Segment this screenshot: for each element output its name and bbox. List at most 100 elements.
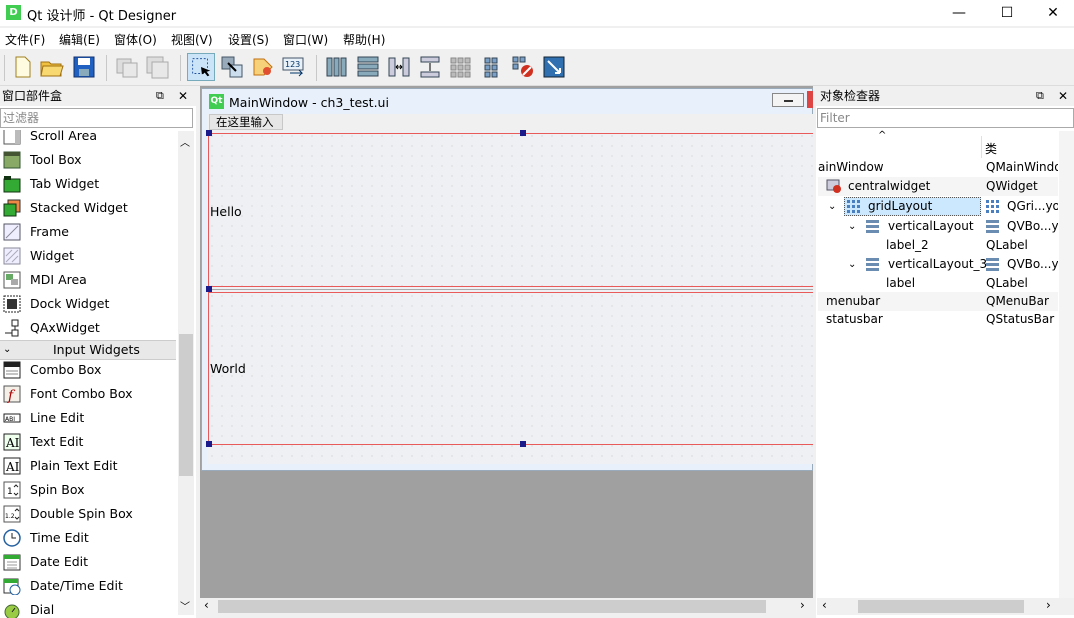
widget-item-label: Widget (30, 248, 75, 263)
object-name: menubar (826, 294, 881, 308)
label-hello[interactable]: Hello (210, 204, 242, 219)
line-edit-icon: ABI (3, 413, 21, 423)
widget-item-spin-box[interactable]: 1 Spin Box (0, 478, 176, 502)
cut-disabled-icon[interactable] (113, 53, 141, 81)
tree-row-mainwindow[interactable]: ainWindow QMainWindo (818, 158, 1058, 177)
tree-row-centralwidget[interactable]: centralwidget QWidget (818, 177, 1058, 196)
label-world[interactable]: World (210, 361, 246, 376)
tree-row-verticallayout[interactable]: ⌄ verticalLayout QVBo...yo (818, 217, 1058, 236)
edit-tab-order-icon[interactable]: 123 (280, 53, 308, 81)
tree-row-label-2[interactable]: label_2 QLabel (818, 236, 1058, 255)
scroll-right-icon[interactable]: › (800, 598, 805, 612)
scrollbar-thumb[interactable] (218, 600, 766, 613)
tree-row-gridlayout[interactable]: ⌄ gridLayout QGri...yo (818, 197, 1058, 216)
widget-item-date-time-edit[interactable]: Date/Time Edit (0, 574, 176, 598)
type-here-menu-placeholder[interactable]: 在这里输入 (209, 114, 283, 130)
scroll-right-icon[interactable]: › (1046, 598, 1051, 612)
layout-form-icon[interactable] (478, 53, 506, 81)
layout-horizontal-splitter-icon[interactable] (385, 53, 413, 81)
widget-item-dock-widget[interactable]: Dock Widget (0, 292, 176, 316)
selection-handle[interactable] (520, 130, 526, 136)
grid-layout-icon (847, 200, 860, 213)
plain-text-edit-icon: AI (3, 457, 21, 475)
subwindow-close-button[interactable] (807, 91, 813, 108)
widget-item-label: Time Edit (30, 530, 89, 545)
widget-item-combo-box[interactable]: Combo Box (0, 358, 176, 382)
adjust-size-icon[interactable] (540, 53, 568, 81)
widget-item-time-edit[interactable]: Time Edit (0, 526, 176, 550)
object-filter-input[interactable]: Filter (817, 108, 1074, 128)
tree-row-statusbar[interactable]: statusbar QStatusBar (818, 310, 1058, 329)
layout-vertical-splitter-icon[interactable] (416, 53, 444, 81)
selection-handle[interactable] (206, 441, 212, 447)
menu-help[interactable]: 帮助(H) (343, 31, 385, 48)
svg-text:AI: AI (5, 436, 20, 450)
scroll-up-icon[interactable]: ︿ (180, 134, 190, 149)
selection-handle[interactable] (520, 441, 526, 447)
menu-settings[interactable]: 设置(S) (228, 31, 269, 48)
widget-filter-input[interactable]: 过滤器 (0, 108, 193, 128)
menu-edit[interactable]: 编辑(E) (59, 31, 100, 48)
float-icon[interactable]: ⧉ (1036, 86, 1044, 106)
column-header-class[interactable]: 类 (985, 140, 997, 157)
minimize-button[interactable]: — (936, 0, 982, 26)
expand-arrow-icon[interactable]: ⌄ (828, 197, 836, 216)
tree-row-label[interactable]: label QLabel (818, 274, 1058, 293)
scrollbar-thumb[interactable] (179, 334, 193, 476)
selection-handle[interactable] (206, 286, 212, 292)
scroll-left-icon[interactable]: ‹ (204, 598, 209, 612)
widget-item-plain-text-edit[interactable]: AI Plain Text Edit (0, 454, 176, 478)
tree-row-verticallayout-3[interactable]: ⌄ verticalLayout_3 QVBo...yo (818, 255, 1058, 274)
maximize-button[interactable]: ☐ (984, 0, 1030, 26)
svg-text:1: 1 (7, 487, 13, 497)
widget-item-scroll-area[interactable]: Scroll Area (0, 130, 176, 148)
text-edit-icon: AI (3, 433, 21, 451)
subwindow-minimize-button[interactable] (772, 93, 804, 107)
widget-item-stacked-widget[interactable]: Stacked Widget (0, 196, 176, 220)
widget-item-mdi-area[interactable]: MDI Area (0, 268, 176, 292)
edit-widgets-icon[interactable] (187, 53, 215, 81)
widget-item-widget[interactable]: Widget (0, 244, 176, 268)
form-canvas[interactable] (207, 131, 813, 464)
widget-item-dial[interactable]: Dial (0, 598, 176, 618)
menu-form[interactable]: 窗体(O) (114, 31, 157, 48)
widget-item-tab-widget[interactable]: Tab Widget (0, 172, 176, 196)
scroll-down-icon[interactable]: ﹀ (180, 598, 190, 613)
expand-arrow-icon[interactable]: ⌄ (848, 255, 856, 274)
selection-handle[interactable] (206, 130, 212, 136)
menu-window[interactable]: 窗口(W) (283, 31, 328, 48)
float-icon[interactable]: ⧉ (156, 86, 164, 106)
edit-signals-slots-icon[interactable] (218, 53, 246, 81)
category-input-widgets[interactable]: ⌄ Input Widgets (0, 340, 176, 360)
vertical-layout-3-border (209, 292, 813, 293)
layout-vertical-icon[interactable] (354, 53, 382, 81)
save-icon[interactable] (70, 53, 98, 81)
new-file-icon[interactable] (8, 53, 36, 81)
open-file-icon[interactable] (38, 53, 66, 81)
break-layout-icon[interactable] (509, 53, 537, 81)
widget-item-tool-box[interactable]: Tool Box (0, 148, 176, 172)
widget-item-text-edit[interactable]: AI Text Edit (0, 430, 176, 454)
close-button[interactable]: ✕ (1030, 0, 1074, 26)
close-icon[interactable]: ✕ (178, 86, 188, 106)
menu-view[interactable]: 视图(V) (171, 31, 213, 48)
sort-indicator-icon[interactable]: ^ (878, 130, 886, 141)
widget-item-label: Line Edit (30, 410, 85, 425)
menu-file[interactable]: 文件(F) (5, 31, 45, 48)
widget-item-double-spin-box[interactable]: 1.2 Double Spin Box (0, 502, 176, 526)
layout-horizontal-icon[interactable] (323, 53, 351, 81)
object-inspector-vscroll[interactable] (1059, 131, 1074, 598)
widget-item-frame[interactable]: Frame (0, 220, 176, 244)
layout-grid-icon[interactable] (447, 53, 475, 81)
edit-buddies-icon[interactable] (249, 53, 277, 81)
scrollbar-thumb[interactable] (858, 600, 1024, 613)
widget-item-font-combo-box[interactable]: f Font Combo Box (0, 382, 176, 406)
widget-item-date-edit[interactable]: Date Edit (0, 550, 176, 574)
expand-arrow-icon[interactable]: ⌄ (848, 217, 856, 236)
widget-item-qaxwidget[interactable]: QAxWidget (0, 316, 176, 340)
copy-disabled-icon[interactable] (143, 53, 171, 81)
scroll-left-icon[interactable]: ‹ (822, 598, 827, 612)
tree-row-menubar[interactable]: menubar QMenuBar (818, 292, 1058, 311)
widget-item-line-edit[interactable]: ABI Line Edit (0, 406, 176, 430)
close-icon[interactable]: ✕ (1058, 86, 1068, 106)
